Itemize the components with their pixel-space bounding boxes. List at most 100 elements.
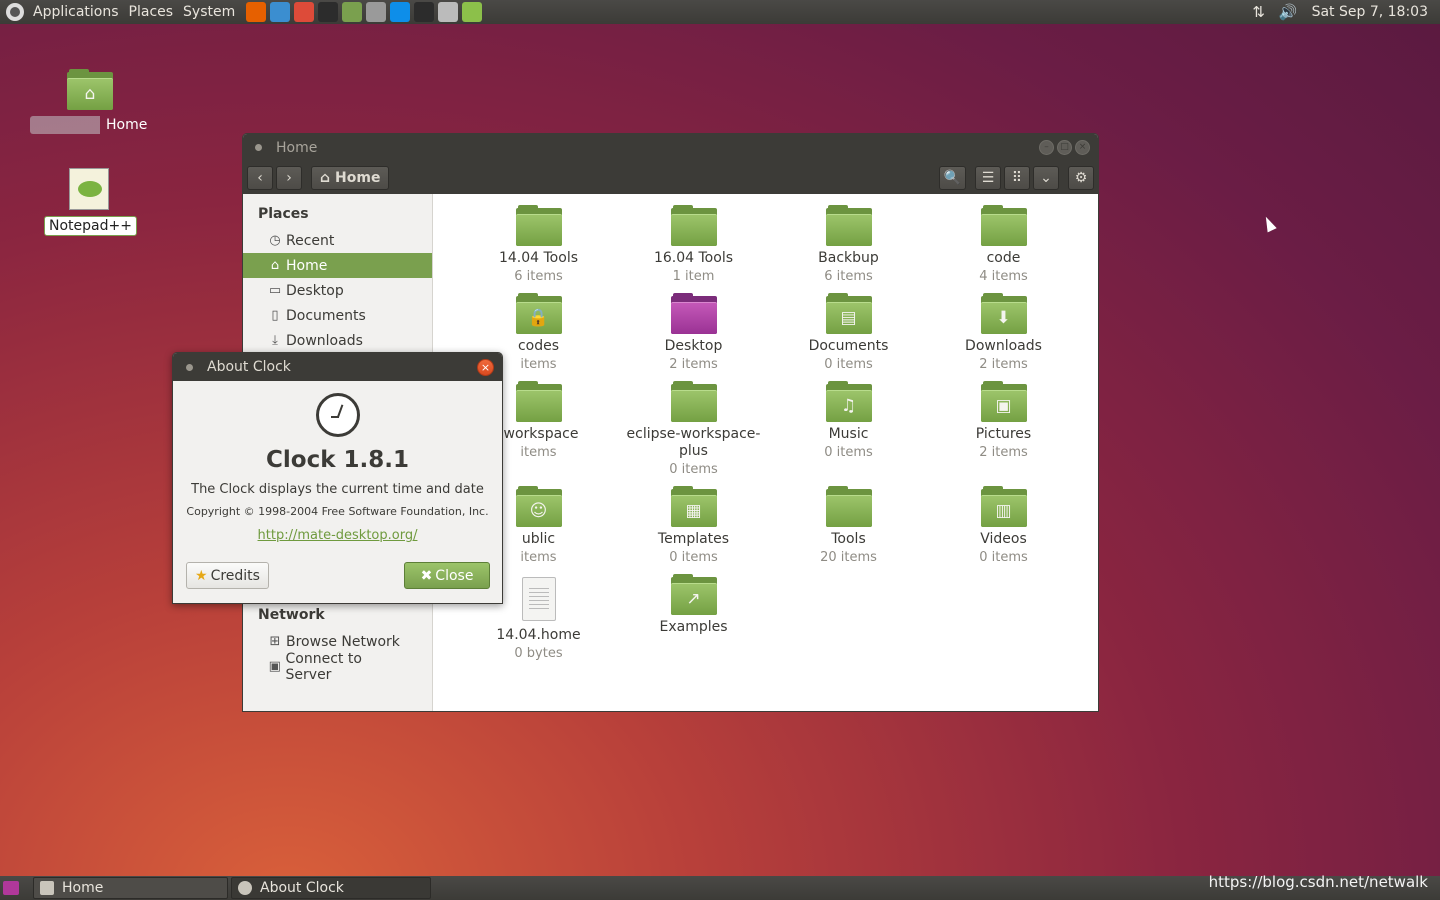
path-button-home[interactable]: ⌂ Home	[311, 165, 390, 190]
file-view[interactable]: 14.04 Tools 6 items 16.04 Tools 1 item Backb…	[433, 194, 1098, 711]
text-file-icon	[521, 577, 556, 621]
terminal-icon[interactable]	[414, 2, 435, 22]
folder-item[interactable]: ⬇ Downloads 2 items	[926, 293, 1081, 376]
item-name: Pictures	[975, 426, 1032, 442]
folder-item[interactable]: ♫ Music 0 items	[771, 381, 926, 481]
menu-places[interactable]: Places	[124, 4, 179, 20]
teamviewer-icon[interactable]	[390, 2, 411, 22]
task-about-clock[interactable]: About Clock	[231, 877, 431, 899]
folder-icon	[825, 205, 872, 246]
task-home[interactable]: Home	[33, 877, 228, 899]
task-label: Home	[62, 880, 104, 896]
sidebar-item-home[interactable]: ⌂ Home	[243, 253, 432, 278]
credits-button[interactable]: ★ Credits	[186, 562, 269, 589]
browser-icon[interactable]	[270, 2, 291, 22]
path-label: Home	[335, 169, 381, 186]
sidebar-item-label: Desktop	[286, 282, 344, 299]
maximize-icon[interactable]: □	[1057, 140, 1072, 155]
item-meta: 2 items	[669, 357, 718, 372]
window-menu-icon[interactable]	[186, 363, 193, 371]
item-name: eclipse-workspace-plus	[626, 426, 761, 459]
back-button[interactable]: ‹	[247, 165, 273, 190]
item-name: code	[986, 250, 1021, 266]
sidebar-item-connect-to-server[interactable]: ▣ Connect to Server	[243, 651, 432, 683]
item-meta: 0 items	[979, 550, 1028, 565]
close-icon[interactable]: ×	[477, 358, 494, 376]
item-name: Examples	[659, 619, 728, 635]
folder-item[interactable]: ▥ Videos 0 items	[926, 486, 1081, 569]
sidebar-item-downloads[interactable]: ⤓ Downloads	[243, 328, 432, 353]
show-desktop-icon[interactable]	[3, 881, 19, 895]
ubuntu-logo-icon[interactable]	[6, 3, 24, 21]
close-button[interactable]: ✖ Close	[404, 562, 490, 589]
sidebar-item-documents[interactable]: ▯ Documents	[243, 303, 432, 328]
file-manager-icon[interactable]	[342, 2, 363, 22]
item-meta: 20 items	[820, 550, 877, 565]
folder-item[interactable]: Tools 20 items	[771, 486, 926, 569]
view-options-button[interactable]: ⌄	[1033, 165, 1059, 190]
sidebar-item-desktop[interactable]: ▭ Desktop	[243, 278, 432, 303]
item-meta: 1 item	[672, 269, 715, 284]
folder-item[interactable]: ▣ Pictures 2 items	[926, 381, 1081, 481]
desktop-icon-label: Notepad++	[44, 216, 137, 236]
menu-applications[interactable]: Applications	[28, 4, 124, 20]
item-name: 16.04 Tools	[653, 250, 734, 266]
list-view-button[interactable]: ☰	[975, 165, 1001, 190]
minimize-icon[interactable]: –	[1039, 140, 1054, 155]
folder-link-icon: ↗	[670, 574, 717, 615]
desktop-icon-notepad[interactable]: Notepad++	[44, 168, 137, 236]
panel-clock[interactable]: Sat Sep 7, 18:03	[1312, 4, 1428, 20]
folder-item[interactable]: 16.04 Tools 1 item	[616, 205, 771, 288]
clock-icon	[238, 881, 252, 895]
folder-item[interactable]: ▦ Templates 0 items	[616, 486, 771, 569]
file-manager-icon	[40, 881, 54, 895]
server-icon: ▣	[268, 659, 281, 674]
website-link[interactable]: http://mate-desktop.org/	[173, 528, 502, 543]
forward-button[interactable]: ›	[276, 165, 302, 190]
folder-doc-icon: ▤	[825, 293, 872, 334]
file-grid: 14.04 Tools 6 items 16.04 Tools 1 item Backb…	[461, 205, 1081, 665]
folder-item[interactable]: code 4 items	[926, 205, 1081, 288]
folder-music-icon: ♫	[825, 381, 872, 422]
item-name: Videos	[980, 531, 1027, 547]
network-transfer-icon[interactable]: ⇅	[1252, 3, 1265, 21]
folder-download-icon: ⬇	[980, 293, 1027, 334]
sidebar-item-label: Home	[286, 257, 328, 274]
close-icon[interactable]: ×	[1075, 140, 1090, 155]
grid-view-button[interactable]: ⠿	[1004, 165, 1030, 190]
folder-item[interactable]: ↗ Examples	[616, 574, 771, 665]
item-name: Music	[828, 426, 869, 442]
chevron-left-icon: ‹	[257, 169, 263, 186]
chevron-down-icon: ⌄	[1040, 169, 1052, 186]
network-icon: ⊞	[269, 634, 281, 649]
item-meta: 6 items	[514, 269, 563, 284]
desktop-icon: ▭	[268, 283, 282, 298]
network-icon[interactable]	[438, 2, 459, 22]
item-name: Tools	[831, 531, 866, 547]
folder-item[interactable]: eclipse-workspace-plus 0 items	[616, 381, 771, 481]
folder-lock-icon: 🔒	[515, 293, 562, 334]
sidebar-item-recent[interactable]: ◷ Recent	[243, 228, 432, 253]
dialog-titlebar[interactable]: About Clock ×	[173, 353, 502, 381]
window-menu-icon[interactable]	[255, 144, 262, 151]
folder-item[interactable]: ▤ Documents 0 items	[771, 293, 926, 376]
item-name: Backbup	[818, 250, 879, 266]
firefox-icon[interactable]	[246, 2, 267, 22]
chrome-icon[interactable]	[294, 2, 315, 22]
desktop-icon-home[interactable]: ⌂ Home	[30, 69, 152, 134]
archive-icon[interactable]	[366, 2, 387, 22]
terminal-icon[interactable]	[318, 2, 339, 22]
settings-button[interactable]: ⚙	[1068, 165, 1094, 190]
search-button[interactable]: 🔍	[938, 165, 966, 190]
volume-icon[interactable]: 🔊	[1279, 3, 1298, 21]
folder-item[interactable]: Desktop 2 items	[616, 293, 771, 376]
menu-system[interactable]: System	[178, 4, 240, 20]
window-titlebar[interactable]: Home – □ ×	[243, 134, 1098, 161]
sidebar-heading-places: Places	[258, 206, 309, 222]
folder-icon	[670, 205, 717, 246]
chevron-right-icon: ›	[286, 169, 292, 186]
folder-item[interactable]: 14.04 Tools 6 items	[461, 205, 616, 288]
dialog-title: About Clock	[207, 359, 291, 375]
folder-item[interactable]: Backbup 6 items	[771, 205, 926, 288]
text-editor-icon[interactable]	[462, 2, 483, 22]
